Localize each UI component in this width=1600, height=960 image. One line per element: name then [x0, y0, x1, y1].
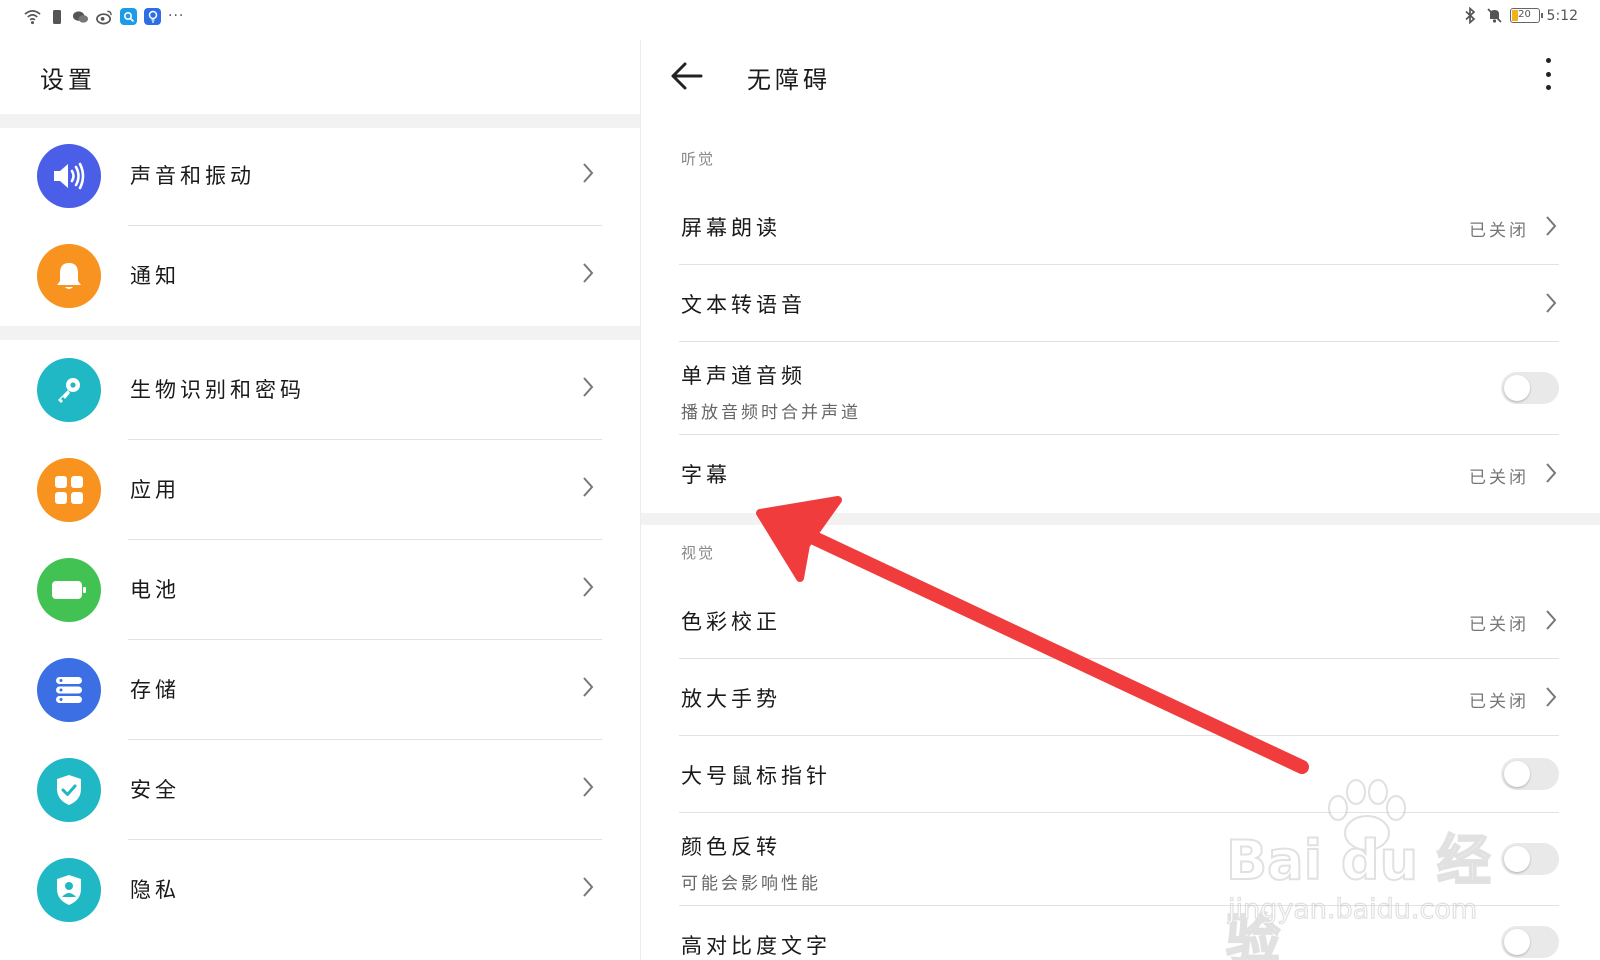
row-mono-audio[interactable]: 单声道音频 播放音频时合并声道	[679, 342, 1559, 435]
back-arrow-icon	[671, 62, 703, 90]
row-magnification-gestures[interactable]: 放大手势 已关闭	[679, 659, 1559, 736]
row-status: 已关闭	[1469, 692, 1529, 712]
status-more-indicator: ···	[168, 8, 185, 24]
sidebar-item-label: 安全	[130, 778, 180, 802]
row-status: 已关闭	[1469, 221, 1529, 241]
status-bar-left: ···	[24, 8, 184, 25]
section-separator	[0, 326, 640, 340]
chevron-right-icon	[582, 676, 594, 702]
chevron-right-icon	[582, 776, 594, 802]
page-title: 设置	[40, 66, 96, 94]
row-color-inversion[interactable]: 颜色反转 可能会影响性能	[679, 813, 1559, 906]
row-label: 高对比度文字	[681, 934, 831, 958]
shield-check-icon	[37, 758, 101, 822]
sidebar-item-storage[interactable]: 存储	[0, 640, 640, 740]
row-label: 文本转语音	[681, 293, 806, 317]
search-app-icon	[120, 8, 137, 25]
status-bar-right: 20 5:12	[1462, 7, 1578, 24]
bulb-app-icon	[144, 8, 161, 25]
chevron-right-icon	[1545, 462, 1557, 488]
row-label: 单声道音频	[681, 364, 806, 388]
sidebar-item-label: 应用	[130, 478, 180, 502]
row-subtitle: 可能会影响性能	[681, 874, 821, 894]
row-subtitle: 播放音频时合并声道	[681, 403, 861, 423]
sidebar-item-privacy[interactable]: 隐私	[0, 840, 640, 940]
row-label: 大号鼠标指针	[681, 764, 831, 788]
sidebar-item-security[interactable]: 安全	[0, 740, 640, 840]
accessibility-panel: 无障碍 听觉 屏幕朗读 已关闭 文本转语音 单声道音频 播放音频时合并声道 字幕…	[641, 36, 1600, 960]
section-label-vision: 视觉	[681, 544, 716, 562]
battery-fill	[1511, 10, 1518, 21]
chevron-right-icon	[582, 262, 594, 288]
row-label: 色彩校正	[681, 610, 781, 634]
row-screen-reader[interactable]: 屏幕朗读 已关闭	[679, 188, 1559, 265]
panel-title: 无障碍	[747, 66, 831, 94]
high-contrast-toggle[interactable]	[1501, 926, 1559, 958]
section-separator	[641, 513, 1600, 525]
row-color-correction[interactable]: 色彩校正 已关闭	[679, 582, 1559, 659]
row-large-mouse-pointer[interactable]: 大号鼠标指针	[679, 736, 1559, 813]
large-pointer-toggle[interactable]	[1501, 758, 1559, 790]
battery-level: 20	[1518, 9, 1531, 20]
chevron-right-icon	[1545, 215, 1557, 241]
chevron-right-icon	[582, 576, 594, 602]
chevron-right-icon	[1545, 686, 1557, 712]
chevron-right-icon	[582, 376, 594, 402]
back-button[interactable]	[667, 56, 707, 96]
sidebar-item-label: 通知	[130, 264, 180, 288]
chevron-right-icon	[582, 162, 594, 188]
battery-icon	[37, 558, 101, 622]
row-label: 颜色反转	[681, 835, 781, 859]
bell-icon	[37, 244, 101, 308]
row-status: 已关闭	[1469, 468, 1529, 488]
sidebar-item-label: 声音和振动	[130, 164, 255, 188]
row-label: 字幕	[681, 463, 731, 487]
sidebar-item-label: 电池	[130, 578, 180, 602]
more-options-button[interactable]	[1538, 54, 1558, 94]
chevron-right-icon	[1545, 609, 1557, 635]
mute-icon	[1486, 7, 1503, 24]
storage-icon	[37, 658, 101, 722]
row-status: 已关闭	[1469, 615, 1529, 635]
sidebar-item-label: 存储	[130, 678, 180, 702]
sidebar-item-battery[interactable]: 电池	[0, 540, 640, 640]
sidebar-item-biometrics[interactable]: 生物识别和密码	[0, 340, 640, 440]
apps-grid-icon	[37, 458, 101, 522]
sidebar-item-sound[interactable]: 声音和振动	[0, 126, 640, 226]
row-high-contrast-text[interactable]: 高对比度文字	[681, 906, 1559, 960]
chevron-right-icon	[582, 876, 594, 902]
key-icon	[37, 358, 101, 422]
chevron-right-icon	[1545, 292, 1557, 318]
row-label: 屏幕朗读	[681, 216, 781, 240]
color-inversion-toggle[interactable]	[1501, 843, 1559, 875]
sidebar-item-apps[interactable]: 应用	[0, 440, 640, 540]
sidebar-item-label: 隐私	[130, 878, 180, 902]
battery-indicator: 20	[1509, 8, 1543, 23]
volume-icon	[37, 144, 101, 208]
sidebar-item-label: 生物识别和密码	[130, 378, 305, 402]
row-captions[interactable]: 字幕 已关闭	[681, 435, 1559, 513]
bluetooth-icon	[1462, 7, 1479, 24]
weibo-icon	[96, 8, 113, 25]
sidebar-item-notifications[interactable]: 通知	[0, 226, 640, 326]
mono-audio-toggle[interactable]	[1501, 372, 1559, 404]
status-bar: ··· 20 5:12	[0, 0, 1600, 36]
status-time: 5:12	[1546, 7, 1578, 24]
settings-sidebar: 设置 声音和振动 通知 生物识别和密码 应用 电池 存储 安全 隐私	[0, 36, 640, 960]
privacy-icon	[37, 858, 101, 922]
sim-icon	[48, 8, 65, 25]
row-text-to-speech[interactable]: 文本转语音	[679, 265, 1559, 342]
wechat-icon	[72, 8, 89, 25]
section-label-hearing: 听觉	[681, 150, 716, 168]
chevron-right-icon	[582, 476, 594, 502]
row-label: 放大手势	[681, 687, 781, 711]
wifi-icon	[24, 8, 41, 25]
